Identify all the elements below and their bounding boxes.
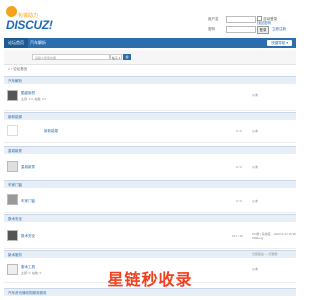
forum-last-post: 从未: [252, 165, 259, 169]
forum-row[interactable]: 车家门窗 0 / 0 从未: [4, 188, 296, 213]
logo-brand: DISCUZ!: [6, 18, 53, 32]
forum-stats: 0 / 0: [236, 129, 242, 133]
forum-name[interactable]: 新新能源: [44, 129, 58, 134]
forum-name[interactable]: 皇城新秀: [21, 165, 35, 170]
section-header[interactable]: 汽车解析: [4, 76, 296, 84]
forum-name[interactable]: 数术安全: [21, 234, 35, 239]
section-header[interactable]: 数术安全: [4, 214, 296, 222]
login-button[interactable]: 登录: [257, 26, 269, 34]
forum-icon: [7, 125, 18, 136]
forum-last-post[interactable]: PC端 | 系统变... 2023-5-12 16:36 ZhiRong: [252, 232, 298, 240]
main-nav: 论坛首页 汽车解析 快捷导航 ▾: [4, 38, 296, 48]
nav-item-auto[interactable]: 汽车解析: [26, 38, 50, 48]
search-button[interactable]: 搜: [123, 54, 131, 60]
section-header[interactable]: 车家门窗: [4, 180, 296, 188]
section-moderator: 分区版主: ---行政秒: [252, 252, 278, 256]
section-header[interactable]: 新新能源: [4, 112, 296, 120]
forum-last-post: 从未: [252, 129, 259, 133]
password-label: 密码: [208, 27, 215, 31]
watermark-text: 星链秒收录: [107, 272, 193, 289]
password-input[interactable]: [226, 26, 256, 33]
forum-icon: [7, 230, 18, 241]
username-label: 用户名: [208, 17, 219, 21]
search-input[interactable]: 请输入搜索内容: [32, 54, 110, 60]
search-scope-select[interactable]: 帖子 ▾: [110, 54, 122, 60]
username-input[interactable]: [226, 16, 256, 23]
forum-row[interactable]: 皇城新秀 0 / 0 从未: [4, 154, 296, 181]
section-header[interactable]: 皇城新秀: [4, 146, 296, 154]
forum-stats: 0 / 0: [236, 165, 242, 169]
search-bar: 请输入搜索内容 帖子 ▾ 搜: [4, 50, 296, 65]
register-link[interactable]: 立即注册: [272, 27, 286, 32]
forum-name[interactable]: 车家门窗: [21, 199, 35, 204]
forum-row[interactable]: 数术安全 107 / 10 PC端 | 系统变... 2023-5-12 16:…: [4, 222, 296, 249]
forum-meta: 主题: 3 0, 帖数: 6 0: [21, 97, 47, 101]
forum-stats: 107 / 10: [232, 234, 243, 238]
forum-row[interactable]: 酷盛新颜 主题: 3 0, 帖数: 6 0 从未: [4, 84, 296, 111]
forum-icon: [7, 161, 18, 172]
forum-last-post: 从未: [252, 199, 259, 203]
nav-item-home[interactable]: 论坛首页: [4, 38, 28, 48]
logo-mark-icon: [6, 6, 17, 17]
forum-icon: [7, 90, 18, 101]
forum-row[interactable]: 新新能源 0 / 0 从未: [4, 120, 296, 143]
forum-stats: 0 / 0: [236, 199, 242, 203]
forum-name[interactable]: 酷盛新颜: [21, 91, 35, 96]
forum-icon: [7, 194, 18, 205]
quick-nav-button[interactable]: 快捷导航 ▾: [267, 40, 292, 46]
breadcrumb[interactable]: ⌂ › 论坛首页: [8, 67, 27, 72]
forum-last-post: 从未: [252, 93, 259, 97]
site-logo[interactable]: 包装助力 DISCUZ!: [6, 6, 53, 34]
